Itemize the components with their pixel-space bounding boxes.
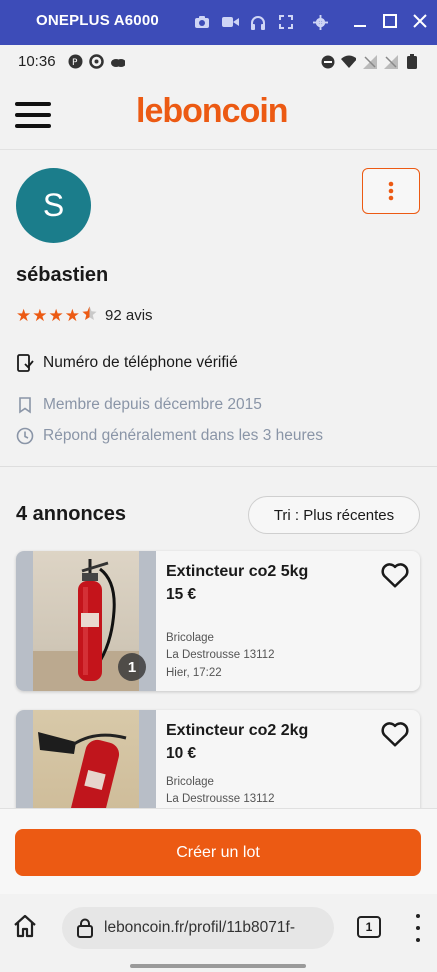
emulator-title: ONEPLUS A6000 [36,12,159,29]
ad-price: 10 € [166,745,197,762]
verified-phone-row: Numéro de téléphone vérifié [16,354,238,372]
avatar: S [16,168,91,243]
divider [0,466,437,467]
menu-dot [416,926,420,930]
menu-dot [416,938,420,942]
close-icon[interactable] [411,12,429,30]
reviews-count: 92 avis [105,306,153,324]
lock-icon [77,918,93,938]
bookmark-icon [19,397,31,414]
fire-extinguisher-image [38,732,127,808]
ad-card[interactable]: 1 Extincteur co2 5kg 15 € Bricolage La D… [16,551,420,691]
minimize-icon[interactable] [351,12,369,30]
system-icons [320,54,419,69]
heart-icon [381,722,409,747]
profile-page: S sébastien ★ ★ ★ ★ 92 avis Numéro de té… [0,150,437,808]
leboncoin-logo[interactable]: leboncoin [136,92,289,131]
window-controls [351,12,429,30]
home-button[interactable] [12,913,40,941]
status-bar: 10:36 P [0,45,437,78]
headphones-icon[interactable] [249,13,267,31]
emulator-toolbar [193,13,329,31]
more-options-button[interactable] [362,168,420,214]
ad-card[interactable]: Extincteur co2 2kg 10 € Bricolage La Des… [16,710,420,808]
battery-icon [404,54,419,69]
bottom-action-bar: Créer un lot [0,808,437,894]
menu-dot [416,914,420,918]
more-vertical-icon [388,181,394,201]
ad-title: Extincteur co2 5kg [166,563,309,580]
ad-location: La Destrousse 13112 [166,793,275,805]
tabs-button[interactable]: 1 [357,916,381,938]
app-header: leboncoin [0,78,437,150]
profile-name: sébastien [16,264,109,286]
heart-icon [381,563,409,588]
star-icon: ★ [32,305,48,325]
app-notification-icon: P [68,54,83,69]
ad-price: 15 € [166,586,197,603]
ad-thumbnail [16,710,156,808]
create-lot-button[interactable]: Créer un lot [15,829,421,876]
browser-menu-button[interactable] [408,914,428,942]
photo-count-badge: 1 [118,653,146,681]
member-since-row: Membre depuis décembre 2015 [16,396,262,414]
star-icon: ★ [16,305,32,325]
hamburger-line [15,113,51,117]
verified-phone-label: Numéro de téléphone vérifié [43,354,238,371]
ad-category: Bricolage [166,632,214,644]
settings-icon[interactable] [311,13,329,31]
ad-title: Extincteur co2 2kg [166,722,309,739]
dnd-icon [320,54,335,69]
sort-button[interactable]: Tri : Plus récentes [248,496,420,534]
menu-button[interactable] [15,102,51,128]
camera-icon[interactable] [193,13,211,31]
hamburger-line [15,102,51,106]
response-time-label: Répond généralement dans les 3 heures [43,427,324,444]
half-star-icon [81,305,98,325]
wifi-icon [341,54,356,69]
ad-date: Hier, 17:22 [166,667,222,679]
signal-2-icon [383,54,398,69]
ad-location: La Destrousse 13112 [166,649,275,661]
rating[interactable]: ★ ★ ★ ★ 92 avis [16,305,153,325]
home-icon [14,914,36,938]
member-since-label: Membre depuis décembre 2015 [43,396,262,413]
svg-text:P: P [72,58,78,68]
hamburger-line [15,124,51,128]
notification-icons: P [68,54,125,69]
ad-thumbnail: 1 [16,551,156,691]
favorite-button[interactable] [380,720,412,750]
ads-count: 4 annonces [16,503,127,525]
emulator-title-bar: ONEPLUS A6000 [0,0,437,45]
cloud-icon [110,54,125,69]
address-bar[interactable]: leboncoin.fr/profil/11b8071f- [62,907,334,949]
favorite-button[interactable] [380,561,412,591]
browser-toolbar: leboncoin.fr/profil/11b8071f- 1 [0,894,437,972]
star-icon: ★ [48,305,64,325]
status-time: 10:36 [18,53,56,70]
url-text: leboncoin.fr/profil/11b8071f- [104,919,296,936]
clock-icon [16,427,34,445]
video-icon[interactable] [221,13,239,31]
phone-verified-icon [17,354,34,372]
sync-icon [89,54,104,69]
signal-icon [362,54,377,69]
fullscreen-icon[interactable] [277,13,295,31]
star-icon: ★ [64,305,80,325]
gesture-bar[interactable] [130,964,306,968]
maximize-icon[interactable] [381,12,399,30]
response-time-row: Répond généralement dans les 3 heures [16,427,323,445]
ad-category: Bricolage [166,776,214,788]
